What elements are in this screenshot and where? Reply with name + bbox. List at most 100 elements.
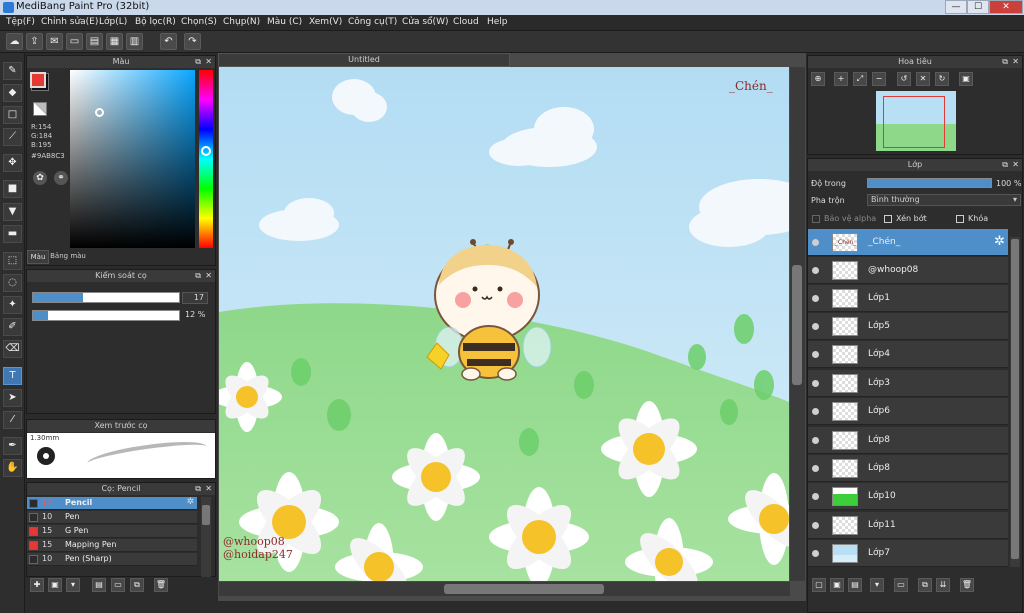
brush-list-scrollbar[interactable] bbox=[201, 497, 211, 577]
eyedropper-icon[interactable]: ⁄ bbox=[3, 411, 22, 429]
menu-tools[interactable]: Công cụ(T) bbox=[348, 17, 397, 27]
menu-layer[interactable]: Lớp(L) bbox=[99, 17, 127, 27]
visibility-icon[interactable] bbox=[812, 550, 819, 557]
palette-icon[interactable]: ✿ bbox=[33, 171, 47, 185]
close-icon[interactable]: ✕ bbox=[1012, 159, 1019, 171]
tab-palette[interactable]: Bảng màu bbox=[49, 250, 87, 264]
brush-copy-icon[interactable]: ⧉ bbox=[130, 578, 144, 592]
layer-row[interactable]: Lớp7 bbox=[808, 540, 1008, 567]
lasso-icon[interactable]: ◌ bbox=[3, 274, 22, 292]
close-icon[interactable]: ✕ bbox=[205, 483, 212, 495]
brush-list-scroll-thumb[interactable] bbox=[202, 505, 210, 525]
flip-icon[interactable]: ✕ bbox=[916, 72, 930, 86]
hue-slider[interactable] bbox=[199, 70, 213, 248]
brush-import-icon[interactable]: ▾ bbox=[66, 578, 80, 592]
brush-settings-doc-icon[interactable]: ▤ bbox=[92, 578, 106, 592]
foreground-color-swatch[interactable] bbox=[30, 72, 46, 88]
menu-filter[interactable]: Bộ lọc(R) bbox=[135, 17, 176, 27]
layer-row[interactable]: Lớp6 bbox=[808, 398, 1008, 425]
brush-size-slider[interactable] bbox=[32, 292, 180, 303]
brush-settings-icon[interactable]: ✲ bbox=[186, 497, 194, 507]
zoom-in-icon[interactable]: + bbox=[834, 72, 848, 86]
visibility-icon[interactable] bbox=[812, 493, 819, 500]
layer-settings-icon[interactable]: ✲ bbox=[994, 234, 1005, 249]
undo-icon[interactable]: ↶ bbox=[160, 33, 177, 50]
bucket-icon[interactable]: ▼ bbox=[3, 203, 22, 221]
chat-icon[interactable]: ✉ bbox=[46, 33, 63, 50]
canvas-horizontal-scroll-thumb[interactable] bbox=[444, 584, 604, 594]
visibility-icon[interactable] bbox=[812, 267, 819, 274]
brush-item-pen-sharp[interactable]: 10 Pen (Sharp) bbox=[27, 553, 197, 566]
reset-view-icon[interactable]: ▣ bbox=[959, 72, 973, 86]
brush-delete-icon[interactable]: 🗑 bbox=[154, 578, 168, 592]
hand-icon[interactable]: ✋ bbox=[3, 459, 22, 477]
duplicate-layer-icon[interactable]: ⧉ bbox=[918, 578, 932, 592]
zoom-icon[interactable]: ⊕ bbox=[811, 72, 825, 86]
line-icon[interactable]: ⟋ bbox=[3, 128, 22, 146]
menu-edit[interactable]: Chỉnh sửa(E) bbox=[41, 17, 98, 27]
eraser-icon[interactable]: ◆ bbox=[3, 84, 22, 102]
brush-opacity-slider[interactable] bbox=[32, 310, 180, 321]
layer-row[interactable]: Lớp8 bbox=[808, 427, 1008, 454]
visibility-icon[interactable] bbox=[812, 465, 819, 472]
visibility-icon[interactable] bbox=[812, 239, 819, 246]
visibility-icon[interactable] bbox=[812, 295, 819, 302]
navigator-thumbnail[interactable] bbox=[876, 91, 956, 151]
layers-scroll-thumb[interactable] bbox=[1011, 239, 1019, 559]
color-picker-icon[interactable]: ⚭ bbox=[54, 171, 68, 185]
visibility-icon[interactable] bbox=[812, 437, 819, 444]
minimize-button[interactable]: — bbox=[945, 0, 967, 14]
delete-layer-icon[interactable]: 🗑 bbox=[960, 578, 974, 592]
merge-layer-icon[interactable]: ⇊ bbox=[936, 578, 950, 592]
navigator-viewport[interactable] bbox=[883, 96, 945, 148]
brush-item-pencil[interactable]: 17 Pencil ✲ bbox=[27, 497, 197, 510]
blend-mode-select[interactable]: Bình thường ▾ bbox=[867, 194, 1021, 206]
magic-wand-icon[interactable]: ✦ bbox=[3, 296, 22, 314]
brush-item-pen[interactable]: 10 Pen bbox=[27, 511, 197, 524]
layers-scrollbar[interactable] bbox=[1010, 237, 1020, 567]
menu-help[interactable]: Help bbox=[487, 17, 508, 27]
clipping-checkbox[interactable] bbox=[884, 215, 892, 223]
maximize-button[interactable]: ☐ bbox=[967, 0, 989, 14]
visibility-icon[interactable] bbox=[812, 323, 819, 330]
canvas-vertical-scroll-thumb[interactable] bbox=[792, 265, 802, 385]
menu-color[interactable]: Màu (C) bbox=[267, 17, 302, 27]
page-icon[interactable]: ▤ bbox=[86, 33, 103, 50]
comic-icon[interactable]: ▭ bbox=[66, 33, 83, 50]
visibility-icon[interactable] bbox=[812, 408, 819, 415]
layer-row[interactable]: Lớp11 bbox=[808, 512, 1008, 539]
saturation-value-picker[interactable] bbox=[70, 70, 195, 248]
redo-icon[interactable]: ↷ bbox=[184, 33, 201, 50]
layer-row[interactable]: Lớp3 bbox=[808, 370, 1008, 397]
sv-cursor[interactable] bbox=[95, 108, 104, 117]
cloud-icon[interactable]: ☁ bbox=[6, 33, 23, 50]
undock-icon[interactable]: ⧉ bbox=[195, 56, 201, 68]
close-icon[interactable]: ✕ bbox=[205, 56, 212, 68]
grid-icon[interactable]: ▦ bbox=[106, 33, 123, 50]
tab-color[interactable]: Màu bbox=[27, 250, 49, 264]
operation-icon[interactable]: ➤ bbox=[3, 389, 22, 407]
layer-row[interactable]: Lớp4 bbox=[808, 341, 1008, 368]
layer-opacity-slider[interactable] bbox=[867, 178, 992, 188]
hue-cursor[interactable] bbox=[201, 146, 211, 156]
rotate-right-icon[interactable]: ↻ bbox=[935, 72, 949, 86]
add-layer-menu-icon[interactable]: ▾ bbox=[870, 578, 884, 592]
rotate-left-icon[interactable]: ↺ bbox=[897, 72, 911, 86]
fit-icon[interactable]: ⤢ bbox=[853, 72, 867, 86]
layer-row[interactable]: Lớp8 bbox=[808, 455, 1008, 482]
visibility-icon[interactable] bbox=[812, 380, 819, 387]
menu-window[interactable]: Cửa sổ(W) bbox=[402, 17, 448, 27]
drawing-canvas[interactable]: _Chén_ @whoop08 @hoidap247 bbox=[219, 67, 789, 581]
gradient-icon[interactable]: ▬ bbox=[3, 225, 22, 243]
add-brush-icon[interactable]: ✚ bbox=[30, 578, 44, 592]
brush-add-image-icon[interactable]: ▣ bbox=[48, 578, 62, 592]
visibility-icon[interactable] bbox=[812, 522, 819, 529]
menu-view[interactable]: Xem(V) bbox=[309, 17, 342, 27]
zoom-out-icon[interactable]: − bbox=[872, 72, 886, 86]
layer-row[interactable]: Lớp5 bbox=[808, 313, 1008, 340]
menu-select[interactable]: Chọn(S) bbox=[181, 17, 217, 27]
transparent-color-swatch[interactable] bbox=[33, 102, 47, 116]
brush-size-value[interactable]: 17 bbox=[182, 292, 208, 304]
layer-row[interactable]: Lớp1 bbox=[808, 285, 1008, 312]
menu-cloud[interactable]: Cloud bbox=[453, 17, 479, 27]
